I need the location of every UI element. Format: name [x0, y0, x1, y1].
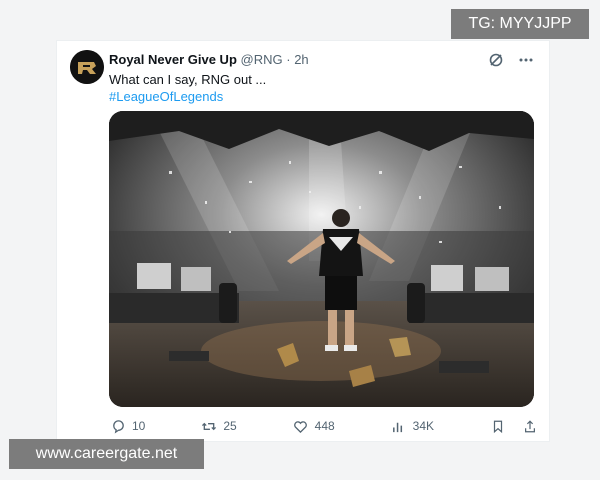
repost-icon: [200, 417, 218, 435]
separator: ·: [286, 52, 291, 67]
views-count: 34K: [412, 419, 435, 433]
tweet-body: What can I say, RNG out ...: [109, 72, 267, 87]
tweet-card[interactable]: Royal Never Give Up @RNG · 2h What can I…: [56, 40, 550, 442]
reply-count: 10: [132, 419, 146, 433]
more-icon[interactable]: [517, 51, 535, 69]
hashtag-link[interactable]: #LeagueOfLegends: [109, 88, 266, 105]
tweet-image[interactable]: [109, 111, 534, 407]
views-icon: [390, 417, 408, 435]
reply-icon: [109, 417, 127, 435]
like-action[interactable]: 448: [292, 417, 335, 435]
views-action[interactable]: 34K: [390, 417, 434, 435]
share-icon[interactable]: [521, 417, 539, 435]
like-count: 448: [314, 419, 335, 433]
tweet-top-icons: [487, 51, 535, 69]
tweet-actions: 10 25 448 34K: [109, 417, 539, 435]
reply-action[interactable]: 10: [109, 417, 145, 435]
avatar[interactable]: [70, 50, 104, 84]
author-handle[interactable]: @RNG: [241, 52, 283, 67]
repost-count: 25: [223, 419, 237, 433]
tweet-text: What can I say, RNG out ... #LeagueOfLeg…: [109, 71, 266, 105]
repost-action[interactable]: 25: [200, 417, 237, 435]
author-name[interactable]: Royal Never Give Up: [109, 52, 237, 67]
grok-icon[interactable]: [487, 51, 505, 69]
timestamp[interactable]: 2h: [294, 52, 308, 67]
telegram-tag-overlay: TG: MYYJJPP: [451, 9, 589, 39]
bookmark-icon[interactable]: [489, 417, 507, 435]
author-line: Royal Never Give Up @RNG · 2h: [109, 52, 309, 67]
tweet-right-actions: [489, 417, 539, 435]
like-icon: [292, 417, 310, 435]
watermark-overlay: www.careergate.net: [9, 439, 204, 469]
